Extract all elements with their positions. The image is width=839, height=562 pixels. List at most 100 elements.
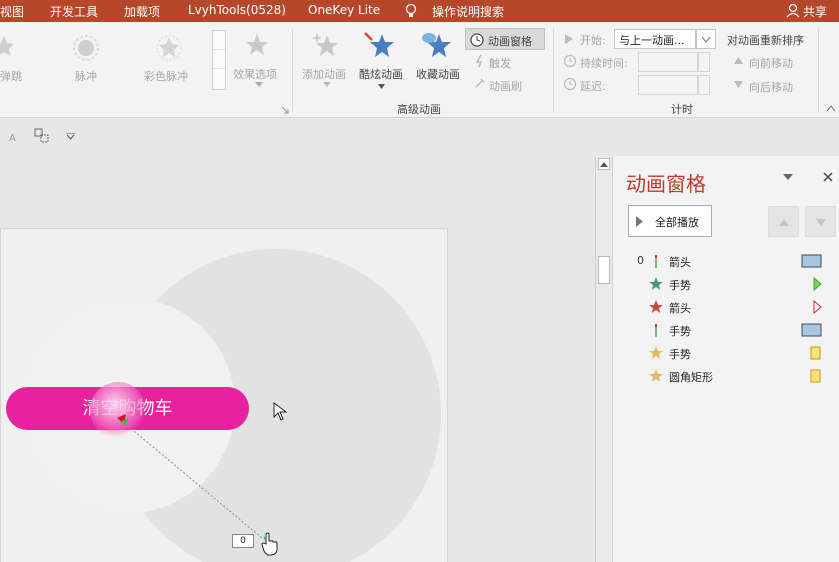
- canvas-vertical-scrollbar[interactable]: [595, 156, 612, 562]
- chevron-down-icon: [255, 82, 263, 87]
- item-name: 手势: [669, 325, 691, 338]
- hand-cursor-icon: [261, 532, 278, 556]
- arrow-down-icon: [734, 81, 743, 88]
- animation-painter-button[interactable]: 动画刷: [489, 78, 522, 94]
- share-button[interactable]: 共享: [803, 3, 827, 20]
- play-all-button[interactable]: 全部播放: [628, 205, 712, 237]
- tab-addins[interactable]: 加载项: [124, 3, 160, 20]
- collapse-ribbon-icon[interactable]: [826, 104, 836, 112]
- font-size-icon[interactable]: A: [8, 131, 20, 143]
- animation-list-item[interactable]: 0 箭头: [627, 251, 832, 271]
- item-name: 手势: [669, 348, 691, 361]
- item-name: 箭头: [669, 302, 691, 315]
- start-select[interactable]: 与上一动画...: [614, 29, 696, 49]
- mouse-pointer-icon: [273, 402, 288, 421]
- timing-group-label: 计时: [671, 103, 693, 116]
- tab-onekey[interactable]: OneKey Lite: [308, 3, 380, 17]
- pane-options-icon[interactable]: [783, 174, 793, 182]
- cool-animation-button[interactable]: 酷炫动画: [359, 66, 403, 82]
- quick-toolbar: A: [0, 119, 595, 155]
- delay-field[interactable]: [638, 75, 698, 95]
- animation-pane-label: 动画窗格: [488, 35, 532, 48]
- animation-list-item[interactable]: 箭头: [627, 297, 832, 317]
- move-up-button[interactable]: [768, 206, 799, 237]
- cool-animation-icon: [364, 32, 394, 57]
- move-down-button[interactable]: [805, 206, 836, 237]
- timeline-triangle-icon: [813, 277, 822, 291]
- animation-pane: 动画窗格 全部播放 0 箭头 手势 箭头 手势 手势 圆角矩形: [612, 156, 839, 562]
- duration-label: 持续时间:: [580, 57, 628, 70]
- delay-spinner[interactable]: [698, 75, 710, 95]
- delay-clock-icon: [563, 77, 577, 91]
- animation-list-item[interactable]: 手势: [627, 274, 832, 294]
- effects-gallery-scroller[interactable]: [212, 30, 226, 90]
- animation-pane-icon: [470, 33, 484, 47]
- clock-icon: [563, 54, 577, 68]
- lightbulb-icon: [405, 3, 417, 17]
- item-name: 手势: [669, 279, 691, 292]
- arrow-up-icon: [734, 57, 743, 64]
- tab-developer[interactable]: 开发工具: [50, 3, 98, 20]
- arrow-up-icon: [779, 219, 789, 226]
- svg-text:+: +: [312, 31, 322, 45]
- tab-view[interactable]: 视图: [0, 3, 24, 20]
- animation-order-tag: 0: [232, 534, 254, 548]
- scroll-up-button[interactable]: [598, 158, 610, 170]
- dialog-launcher-icon[interactable]: [281, 106, 289, 114]
- animation-list-item[interactable]: 圆角矩形: [627, 366, 832, 386]
- animation-painter-icon: [475, 78, 485, 88]
- item-order-number: 0: [637, 254, 644, 267]
- svg-text:A: A: [9, 133, 16, 143]
- user-icon: [786, 3, 800, 18]
- favorite-animation-button[interactable]: 收藏动画: [416, 66, 460, 82]
- arrow-up-icon: [600, 162, 608, 167]
- timeline-bar-icon: [810, 346, 821, 360]
- animation-list-item[interactable]: 手势: [627, 320, 832, 340]
- pulse-effect-icon: [73, 35, 99, 61]
- timeline-bar-icon: [801, 254, 822, 268]
- animation-list-item[interactable]: 手势: [627, 343, 832, 363]
- effect-color-pulse-label[interactable]: 彩色脉冲: [144, 68, 188, 84]
- chevron-down-icon: [323, 82, 331, 87]
- chevron-down-icon: [378, 84, 385, 89]
- chevron-down-icon: [701, 36, 711, 43]
- star-teal-icon: [649, 277, 663, 290]
- customize-toolbar-icon[interactable]: [66, 133, 75, 140]
- tab-lvyhtools[interactable]: LvyhTools(0528): [188, 3, 286, 17]
- timeline-bar-icon: [810, 369, 821, 383]
- tell-me-search[interactable]: 操作说明搜索: [432, 3, 504, 20]
- bounce-effect-icon: [0, 36, 14, 56]
- favorite-animation-icon: [422, 33, 451, 57]
- play-triangle-icon: [565, 34, 573, 44]
- play-icon: [636, 216, 643, 227]
- add-animation-icon: +: [312, 31, 338, 56]
- scroll-thumb[interactable]: [598, 256, 610, 284]
- timeline-triangle-icon: [813, 300, 822, 314]
- ribbon-separator: [553, 28, 554, 112]
- start-dropdown[interactable]: [696, 29, 716, 49]
- effect-bounce-label[interactable]: 弹跳: [0, 68, 22, 84]
- effect-pulse-label[interactable]: 脉冲: [75, 68, 97, 84]
- move-later-button[interactable]: 向后移动: [749, 79, 793, 95]
- star-gold-icon: [649, 346, 663, 359]
- color-pulse-effect-icon: [156, 35, 182, 61]
- duration-field[interactable]: [638, 52, 698, 72]
- start-label: 开始:: [580, 34, 606, 47]
- close-icon[interactable]: [822, 171, 834, 183]
- trigger-icon: [475, 54, 483, 68]
- item-name: 箭头: [669, 256, 691, 269]
- delay-label: 延迟:: [580, 80, 606, 93]
- animation-pane-title: 动画窗格: [626, 172, 706, 196]
- star-gold-icon: [649, 369, 663, 382]
- trigger-button[interactable]: 触发: [489, 55, 511, 71]
- ribbon-separator: [818, 28, 819, 112]
- effect-options-star-icon: [246, 34, 268, 55]
- animation-pane-button[interactable]: 动画窗格: [465, 28, 545, 50]
- effect-options-button[interactable]: 效果选项: [233, 66, 277, 82]
- duration-spinner[interactable]: [698, 52, 710, 72]
- motion-path[interactable]: [0, 156, 595, 562]
- select-objects-icon[interactable]: [34, 128, 50, 144]
- move-earlier-button[interactable]: 向前移动: [749, 55, 793, 71]
- add-animation-button[interactable]: 添加动画: [302, 66, 346, 82]
- timeline-bar-icon: [801, 323, 822, 337]
